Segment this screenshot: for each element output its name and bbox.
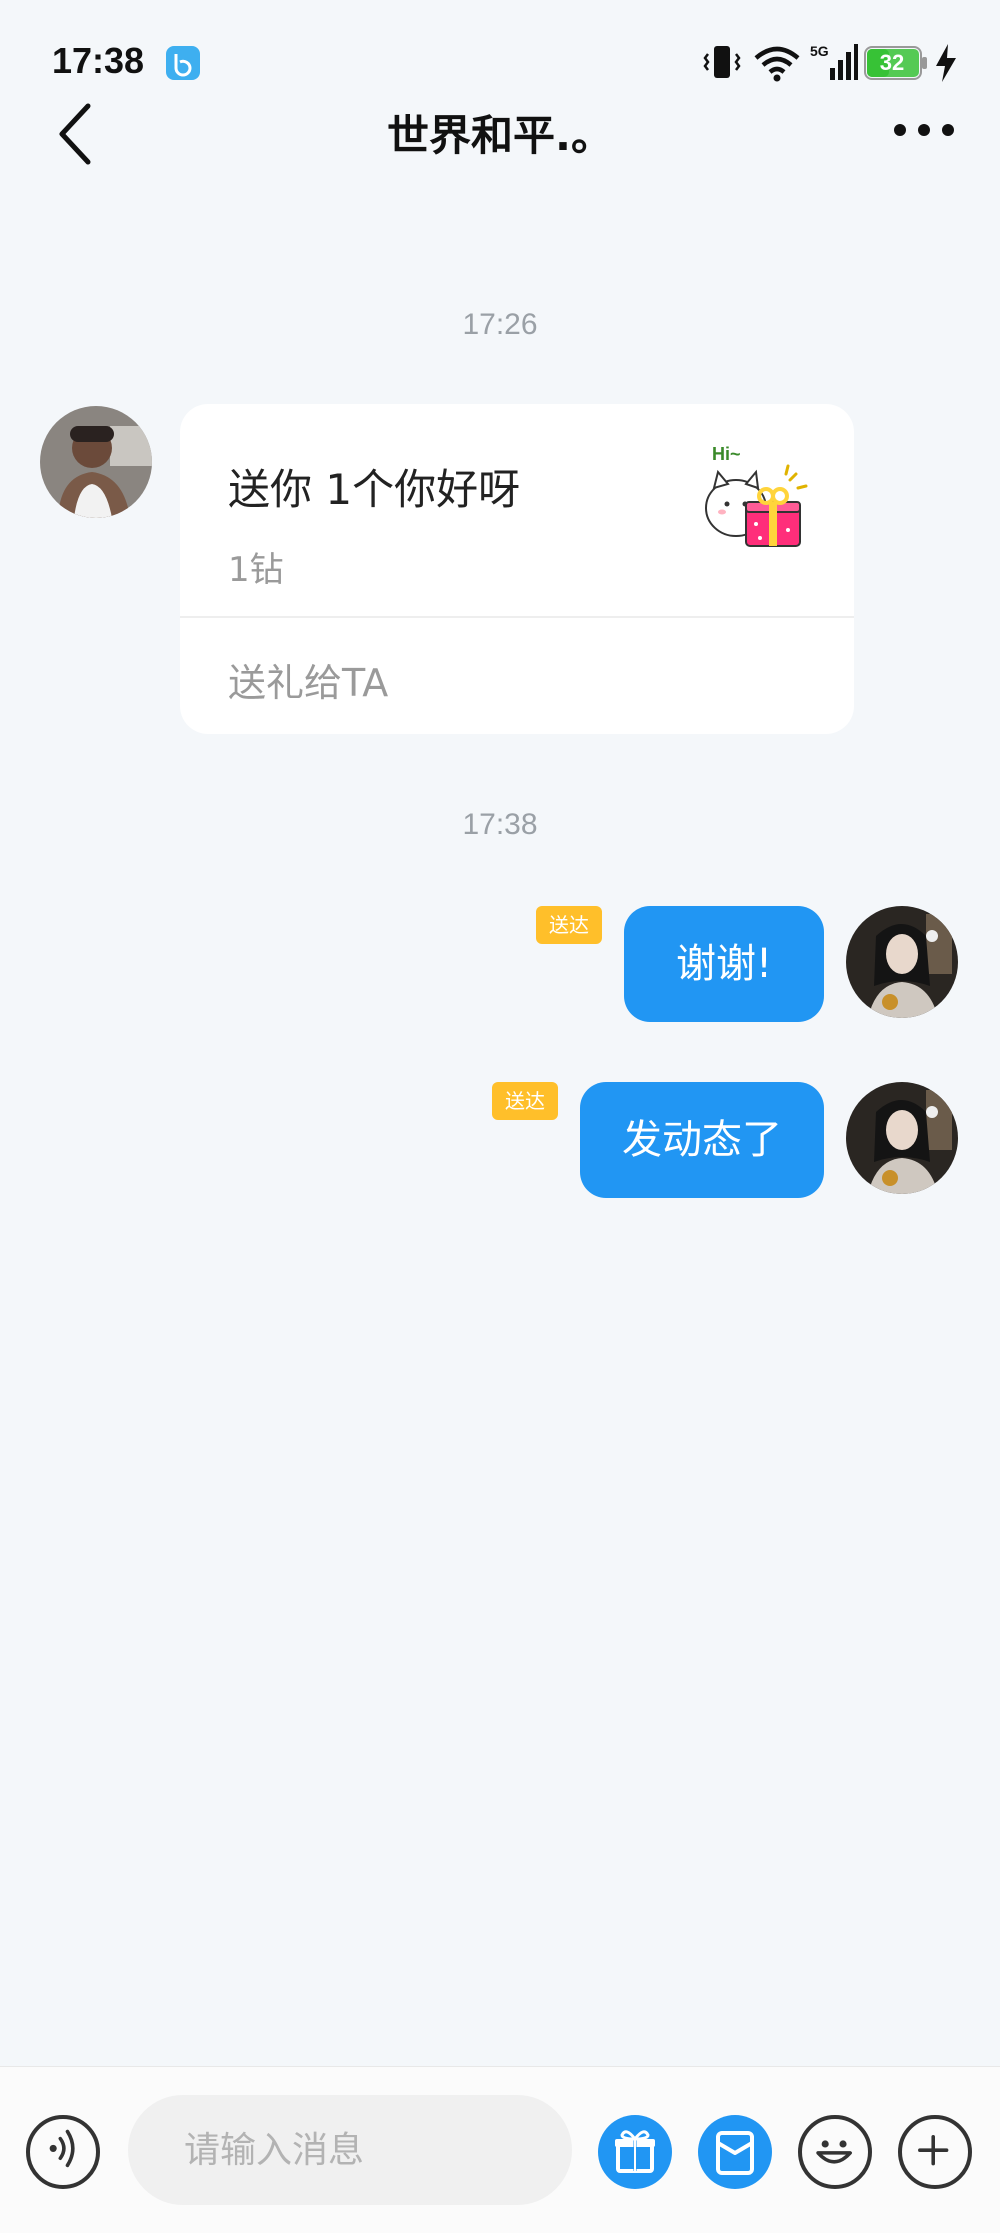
- sticker-text: Hi~: [712, 444, 741, 464]
- app-notification-icon: [166, 46, 200, 80]
- gift-message-card[interactable]: 送你 1个你好呀 1钻 Hi~ 送礼给TA: [180, 404, 854, 734]
- gift-sticker-image: Hi~: [694, 438, 814, 558]
- message-timestamp: 17:26: [462, 308, 538, 341]
- gift-price: 1钻: [228, 550, 284, 590]
- wifi-icon: [752, 44, 802, 82]
- outgoing-message-bubble[interactable]: 谢谢!: [624, 906, 824, 1022]
- send-gift-link[interactable]: 送礼给TA: [228, 652, 388, 707]
- contact-avatar[interactable]: [40, 406, 152, 518]
- gift-card-divider: [180, 616, 854, 618]
- plus-icon: [918, 2135, 949, 2166]
- voice-input-button[interactable]: [26, 2115, 100, 2189]
- my-avatar[interactable]: [846, 1082, 958, 1194]
- gift-button[interactable]: [598, 2115, 672, 2189]
- gift-icon: [615, 2130, 655, 2173]
- cellular-signal-icon: 5G: [810, 42, 858, 82]
- chat-header: 世界和平.。: [0, 90, 1000, 180]
- delivered-badge: 送达: [492, 1082, 558, 1120]
- vibrate-icon: [702, 42, 742, 82]
- emoji-button[interactable]: [798, 2115, 872, 2189]
- page-title: 世界和平.。: [387, 111, 613, 160]
- outgoing-message-bubble[interactable]: 发动态了: [580, 1082, 824, 1198]
- charging-bolt-icon: [934, 44, 958, 82]
- red-packet-button[interactable]: [698, 2115, 772, 2189]
- more-options-button[interactable]: [892, 110, 956, 150]
- more-actions-button[interactable]: [898, 2115, 972, 2189]
- message-input[interactable]: [128, 2095, 572, 2205]
- voice-wave-icon: [49, 2129, 75, 2168]
- status-time: 17:38: [52, 40, 145, 81]
- delivered-badge: 送达: [536, 906, 602, 944]
- gift-title: 送你 1个你好呀: [228, 465, 521, 514]
- my-avatar[interactable]: [846, 906, 958, 1018]
- smiley-icon: [816, 2140, 852, 2164]
- battery-level: 32: [879, 50, 905, 75]
- network-type-label: 5G: [810, 43, 829, 59]
- composer-bar: [0, 2066, 1000, 2233]
- envelope-icon: [716, 2131, 754, 2175]
- message-timestamp: 17:38: [462, 808, 538, 841]
- more-dots-icon: [894, 124, 954, 136]
